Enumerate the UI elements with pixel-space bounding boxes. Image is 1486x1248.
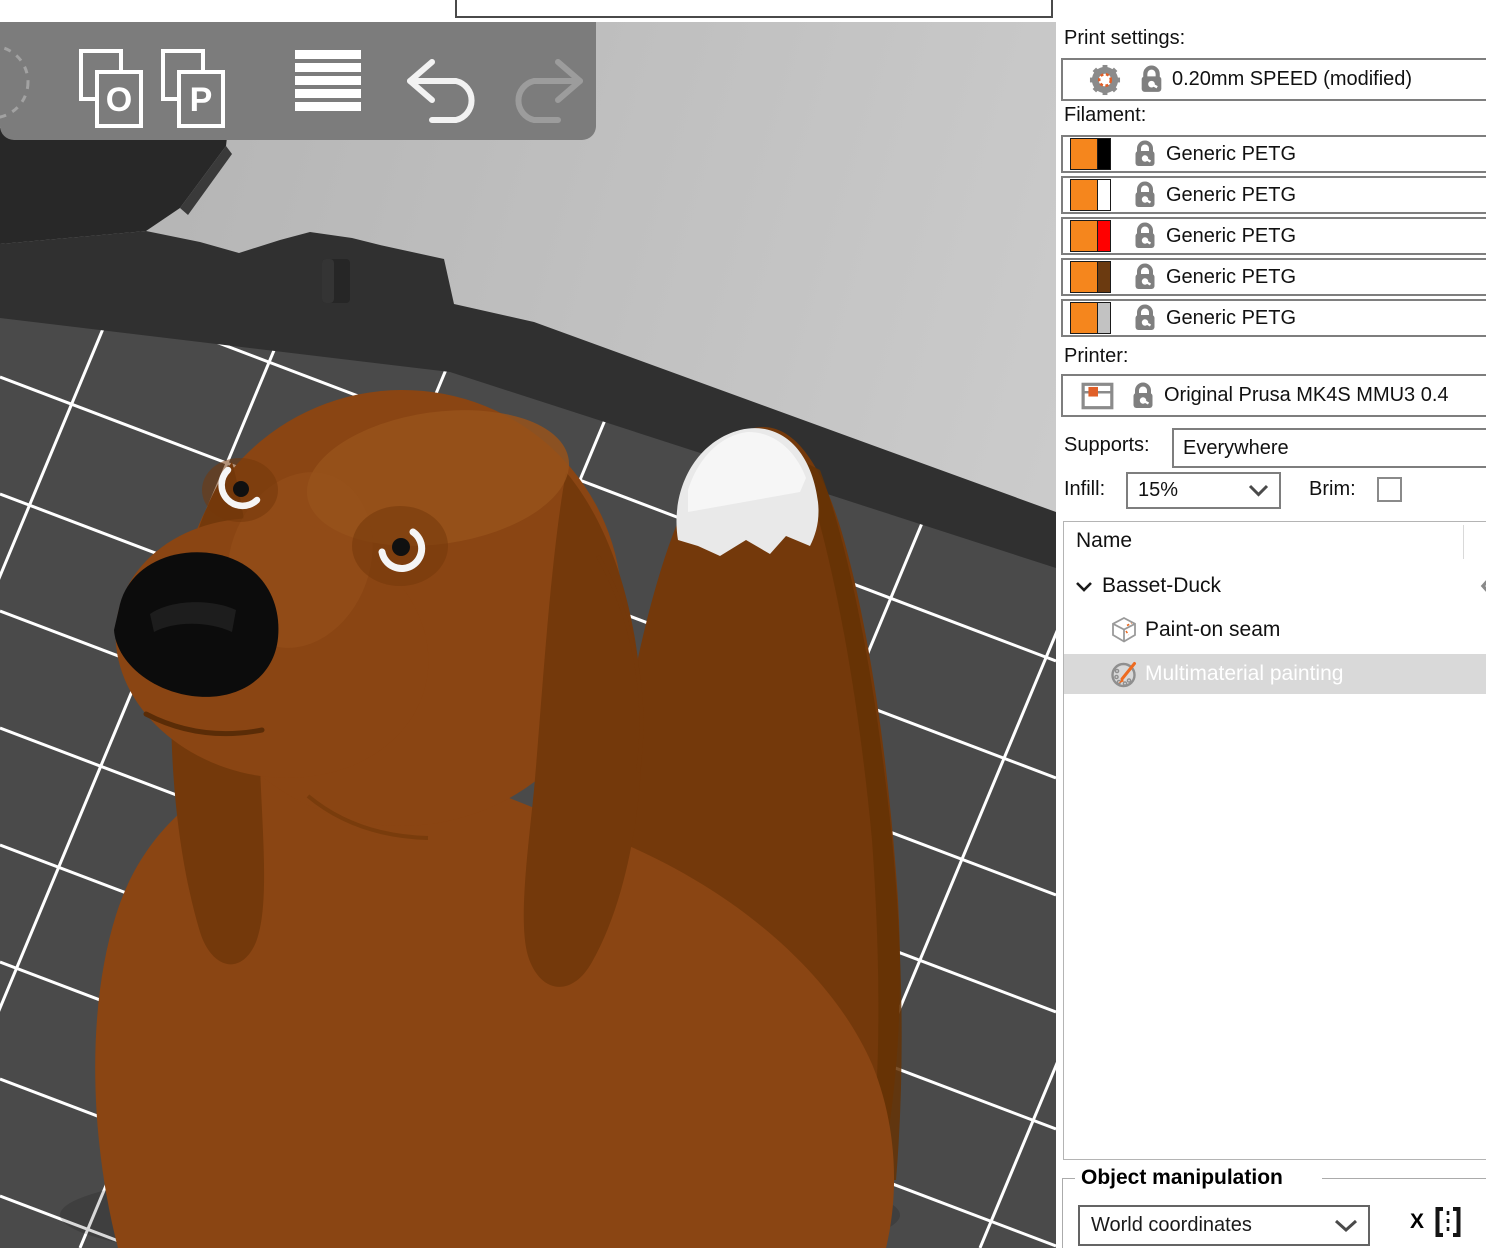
print-settings-label: Print settings: [1064,27,1186,49]
infill-dropdown[interactable]: 15% [1126,472,1281,509]
filament-color-swatch [1070,261,1111,293]
main-toolbar: O P [0,22,596,140]
tree-row-object[interactable]: Basset-Duck [1064,566,1486,606]
chevron-down-icon [1248,484,1269,497]
model-basset-duck[interactable] [88,368,902,1248]
filament-name: Generic PETG [1166,306,1297,329]
multimaterial-painting-label: Multimaterial painting [1145,662,1344,685]
filament-name: Generic PETG [1166,224,1297,247]
filament-name: Generic PETG [1166,183,1297,206]
gear-icon [1089,64,1121,95]
undo-icon[interactable] [404,58,490,124]
infill-label: Infill: [1064,478,1106,500]
filament-name: Generic PETG [1166,265,1297,288]
paint-on-seam-label: Paint-on seam [1145,618,1281,641]
lock-icon [1133,382,1153,408]
lock-icon [1135,304,1155,330]
cube-icon [1112,616,1136,643]
printer-icon [1081,382,1114,409]
printer-selector[interactable]: Original Prusa MK4S MMU3 0.4 [1061,374,1486,417]
model-right-pupil [392,538,410,556]
filament-color-swatch [1070,302,1111,334]
redo-icon[interactable] [500,58,586,124]
svg-text:O: O [106,81,132,119]
filament-selector-4[interactable]: Generic PETG [1061,258,1486,296]
filament-color-swatch [1070,179,1111,211]
variable-layer-height-icon[interactable] [294,50,362,114]
top-search-input[interactable] [455,0,1053,18]
printer-label: Printer: [1064,345,1129,367]
chevron-down-icon [1334,1219,1358,1232]
filament-color-swatch [1070,220,1111,252]
object-manipulation-title: Object manipulation [1077,1166,1287,1190]
3d-viewport[interactable]: O P [0,0,1056,1248]
copy-object-icon[interactable]: O [78,48,146,130]
coordinates-value: World coordinates [1091,1214,1252,1236]
fieldset-border [1062,1178,1063,1248]
axes-frame-icon [1435,1207,1461,1237]
filament-selector-1[interactable]: Generic PETG [1061,135,1486,173]
lock-icon [1141,65,1162,92]
brim-checkbox[interactable] [1377,477,1402,502]
lock-icon [1135,263,1155,289]
axis-x-label: X [1410,1210,1425,1233]
bed-post-highlight [322,259,334,303]
fieldset-border [1062,1178,1075,1179]
printer-value: Original Prusa MK4S MMU3 0.4 [1164,384,1449,406]
object-name: Basset-Duck [1102,574,1222,597]
lock-icon [1135,222,1155,248]
chevron-down-icon[interactable] [1075,580,1093,593]
supports-dropdown[interactable]: Everywhere [1172,428,1486,468]
settings-panel: Print settings: 0.20mm SPEED (modified) … [1056,0,1486,1248]
tree-row-multimaterial-painting[interactable]: Multimaterial painting [1064,654,1486,694]
lock-icon [1135,140,1155,166]
paste-object-icon[interactable]: P [160,48,228,130]
object-list: Name Basset-Duck Paint-on seam Multimate… [1063,521,1486,1160]
object-list-name-header: Name [1076,529,1133,552]
model-left-pupil [233,481,249,497]
coordinates-dropdown[interactable]: World coordinates [1078,1205,1370,1246]
print-settings-selector[interactable]: 0.20mm SPEED (modified) [1061,58,1486,101]
supports-label: Supports: [1064,434,1150,456]
palette-icon [1111,662,1136,688]
eye-icon[interactable] [1480,574,1486,598]
filament-name: Generic PETG [1166,142,1297,165]
lock-icon [1135,181,1155,207]
supports-value: Everywhere [1183,436,1289,459]
filament-selector-3[interactable]: Generic PETG [1061,217,1486,255]
infill-value: 15% [1138,479,1179,501]
svg-text:P: P [190,81,213,119]
object-list-column-separator [1463,525,1464,559]
print-settings-value: 0.20mm SPEED (modified) [1172,68,1413,90]
print-bed-scene[interactable] [0,22,1056,1248]
filament-label: Filament: [1064,104,1147,126]
filament-selector-2[interactable]: Generic PETG [1061,176,1486,214]
tree-row-paint-on-seam[interactable]: Paint-on seam [1064,610,1486,650]
filament-selector-5[interactable]: Generic PETG [1061,299,1486,337]
fieldset-border [1322,1178,1486,1179]
brim-label: Brim: [1309,478,1356,500]
arrange-icon[interactable] [0,42,36,122]
filament-color-swatch [1070,138,1111,170]
